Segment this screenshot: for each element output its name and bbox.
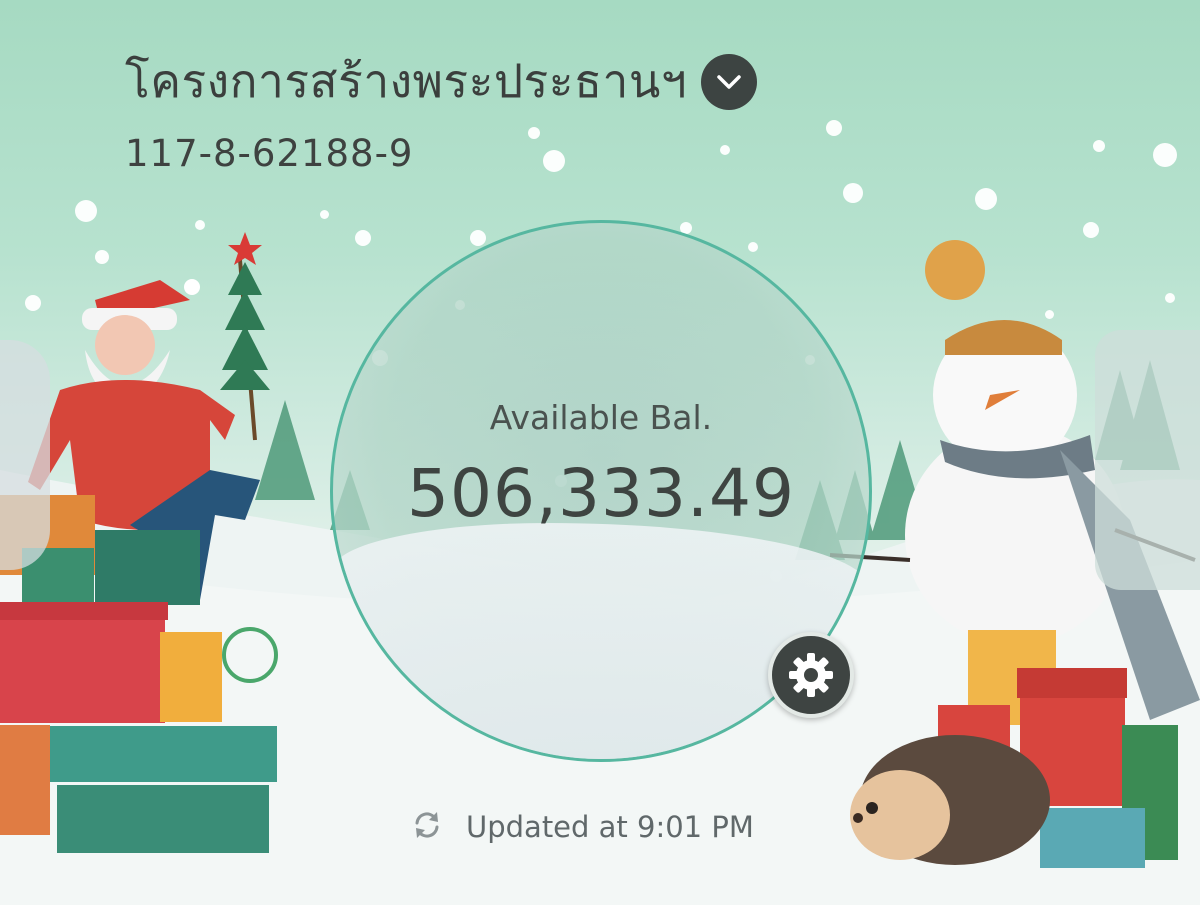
account-title-row[interactable]: โครงการสร้างพระประธานฯ: [125, 45, 758, 118]
snowflake: [1045, 310, 1054, 319]
account-dropdown-button[interactable]: [701, 53, 758, 110]
snowflake: [1165, 293, 1175, 303]
chevron-down-icon: [717, 74, 741, 89]
snowflake: [826, 120, 842, 136]
account-number: 117-8-62188-9: [125, 132, 414, 175]
account-name[interactable]: โครงการสร้างพระประธานฯ: [125, 45, 687, 118]
last-updated-row: Updated at 9:01 PM: [410, 808, 754, 846]
balance-label: Available Bal.: [489, 398, 713, 437]
snowflake: [470, 230, 486, 246]
gear-icon: [789, 653, 833, 697]
snowflake: [1093, 140, 1105, 152]
account-header: โครงการสร้างพระประธานฯ 117-8-62188-9: [125, 45, 758, 175]
settings-button[interactable]: [768, 632, 854, 718]
snowflake: [843, 183, 863, 203]
updated-timestamp: Updated at 9:01 PM: [466, 810, 754, 844]
snowflake: [1153, 143, 1177, 167]
snowflake: [320, 210, 329, 219]
snowflake: [195, 220, 205, 230]
snowflake: [1083, 222, 1099, 238]
star-tree-illustration: [220, 232, 270, 390]
balance-amount: 506,333.49: [407, 455, 795, 532]
snowflake: [355, 230, 371, 246]
refresh-button[interactable]: [410, 808, 444, 846]
next-account-card[interactable]: [1095, 330, 1200, 590]
snowflake: [25, 295, 41, 311]
snowflake: [95, 250, 109, 264]
previous-account-card[interactable]: [0, 340, 50, 570]
snowflake: [75, 200, 97, 222]
snowflake: [975, 188, 997, 210]
snowflake: [748, 242, 758, 252]
refresh-icon: [415, 812, 439, 838]
